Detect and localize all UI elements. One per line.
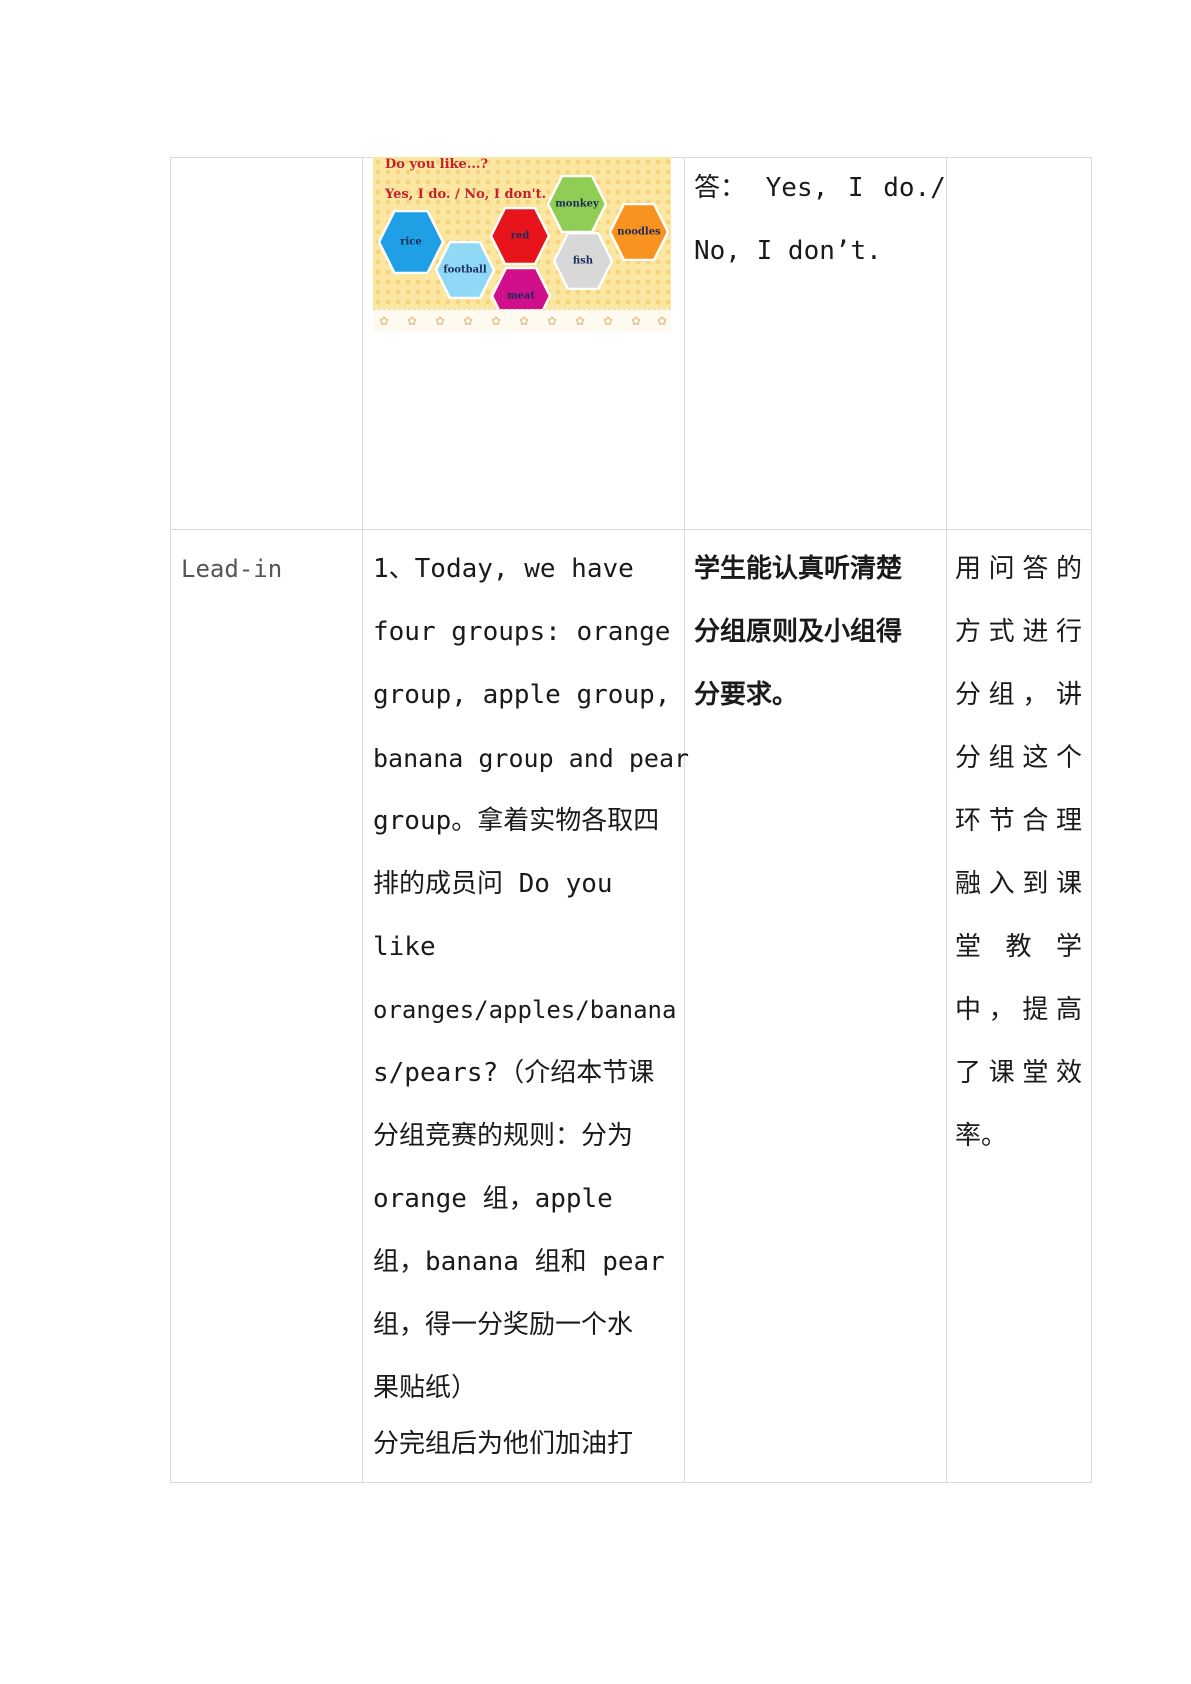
column-divider <box>684 157 685 1483</box>
hexagon-noodles: noodles <box>609 203 669 261</box>
student-line: 分要求。 <box>694 680 799 710</box>
row1-expected-answer: 答： Yes, I do./ No, I don’t. <box>694 157 946 283</box>
purpose-line: 了课堂效 <box>955 1058 1082 1088</box>
lace-border: ✿ ✿ ✿ ✿ ✿ ✿ ✿ ✿ ✿ ✿ ✿ <box>373 309 671 332</box>
hexagon-fish: fish <box>553 232 613 290</box>
activity-line: 排的成员问 Do you <box>373 869 613 899</box>
purpose-line: 分组这个 <box>955 743 1082 773</box>
table-border-right <box>1091 157 1092 1483</box>
activity-line: like <box>373 932 436 962</box>
activity-line: oranges/apples/banana <box>373 996 677 1024</box>
activity-line: group。拿着实物各取四 <box>373 806 660 836</box>
activity-line: 分完组后为他们加油打 <box>373 1429 634 1459</box>
purpose-line: 用问答的 <box>955 554 1082 584</box>
table-border-left <box>170 157 171 1483</box>
activity-line: four groups: orange <box>373 617 671 647</box>
slide-answers: Yes, I do. / No, I don't. <box>385 187 547 202</box>
activity-line: 组，得一分奖励一个水 <box>373 1310 634 1340</box>
purpose-line: 方式进行 <box>955 617 1082 647</box>
hexagon-label: football <box>443 264 487 276</box>
student-line: 学生能认真听清楚 <box>694 554 903 584</box>
purpose-line: 堂 教 学 <box>955 932 1082 962</box>
hexagon-red: red <box>490 207 550 265</box>
do-you-like-slide-image: Do you like...? Yes, I do. / No, I don't… <box>373 157 671 332</box>
hexagon-football: football <box>435 241 495 299</box>
student-line: 分组原则及小组得 <box>694 617 903 647</box>
purpose-line: 率。 <box>955 1121 1008 1151</box>
hexagon-label: monkey <box>555 198 599 210</box>
activity-line: s/pears?（介绍本节课 <box>373 1058 655 1088</box>
column-divider <box>362 157 363 1483</box>
activity-line: group, apple group, <box>373 680 671 710</box>
purpose-line: 中，提高 <box>955 995 1082 1025</box>
activity-line: orange 组，apple <box>373 1184 613 1214</box>
hexagon-label: noodles <box>617 226 661 238</box>
activity-line: 1、Today, we have <box>373 554 634 584</box>
purpose-line: 分组，讲 <box>955 680 1082 710</box>
activity-line: 组，banana 组和 pear <box>373 1247 665 1277</box>
hexagon-monkey: monkey <box>547 175 607 233</box>
hexagon-label: red <box>510 230 530 242</box>
stage-label: Lead-in <box>181 538 357 603</box>
hexagon-label: meat <box>506 290 536 302</box>
slide-question: Do you like...? <box>385 157 489 172</box>
answer-line: No, I don’t. <box>694 236 882 266</box>
hexagon-label: fish <box>572 255 594 267</box>
purpose-line: 环节合理 <box>955 806 1082 836</box>
design-purpose: 用问答的 方式进行 分组，讲 分组这个 环节合理 融入到课 堂 教 学 中，提高… <box>955 538 1082 1168</box>
activity-line: 分组竞赛的规则：分为 <box>373 1121 634 1151</box>
answer-line: 答： Yes, I do./ <box>694 173 946 203</box>
row-divider <box>170 529 1092 530</box>
teacher-activity: 1、Today, we have four groups: orange gro… <box>373 538 690 1483</box>
activity-line: 果贴纸） <box>373 1373 478 1403</box>
activity-line: banana group and pear <box>373 744 690 773</box>
column-divider <box>946 157 947 1483</box>
student-activity: 学生能认真听清楚 分组原则及小组得 分要求。 <box>694 538 938 727</box>
purpose-line: 融入到课 <box>955 869 1082 899</box>
lesson-plan-table: Do you like...? Yes, I do. / No, I don't… <box>170 157 1092 1483</box>
stage-lead-in: Lead-in <box>181 555 283 583</box>
